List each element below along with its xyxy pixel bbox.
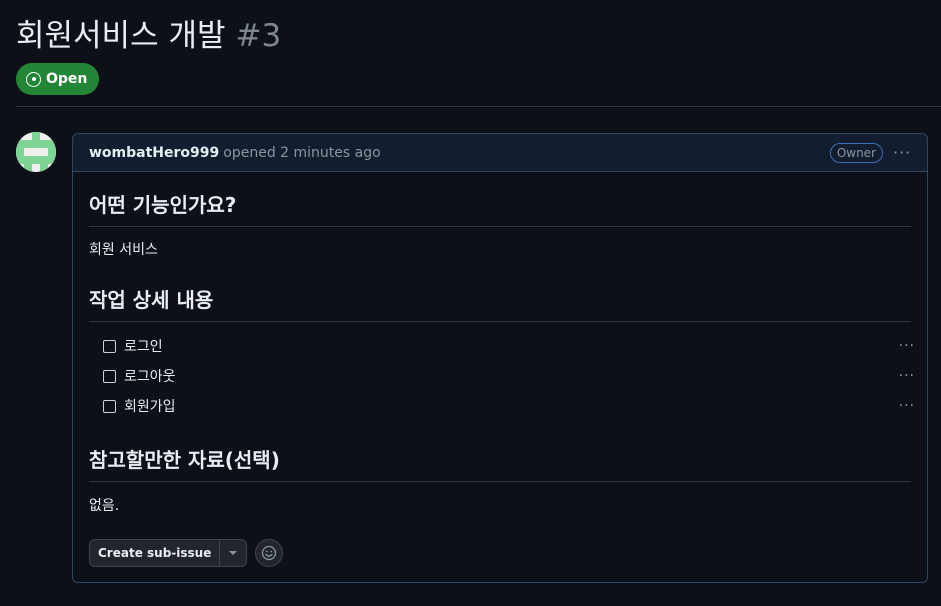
create-sub-issue-button[interactable]: Create sub-issue	[89, 539, 248, 567]
title-row: 회원서비스 개발 #3	[16, 14, 941, 58]
state-badge: Open	[16, 63, 100, 95]
kebab-icon[interactable]: ···	[899, 398, 915, 414]
avatar-identicon	[16, 132, 56, 172]
header-divider	[16, 106, 941, 107]
kebab-icon[interactable]: ···	[893, 144, 911, 161]
task-checkbox[interactable]	[103, 369, 116, 383]
comment-header: wombatHero999 opened 2 minutes ago Owner…	[73, 134, 927, 172]
issue-comment: wombatHero999 opened 2 minutes ago Owner…	[72, 133, 928, 583]
issue-open-icon	[26, 71, 41, 87]
add-reaction-button[interactable]	[255, 539, 284, 567]
issue-header: 회원서비스 개발 #3 Open	[16, 14, 941, 95]
section-text: 없음.	[89, 498, 120, 514]
task-item: 로그인 ···	[103, 331, 915, 361]
issue-title: 회원서비스 개발	[16, 18, 226, 54]
comment-actions: Create sub-issue	[89, 539, 284, 567]
owner-badge: Owner	[829, 142, 883, 163]
kebab-icon[interactable]: ···	[899, 368, 915, 384]
create-sub-issue-label[interactable]: Create sub-issue	[90, 540, 221, 566]
state-label: Open	[46, 71, 88, 87]
section-text: 회원 서비스	[89, 242, 158, 258]
task-list: 로그인 ··· 로그아웃 ··· 회원가입 ···	[103, 331, 915, 421]
task-label: 로그아웃	[124, 369, 176, 385]
issue-number: #3	[235, 18, 282, 54]
kebab-icon[interactable]: ···	[899, 338, 915, 354]
avatar[interactable]	[16, 132, 56, 172]
section-heading: 어떤 기능인가요?	[89, 189, 911, 227]
section-heading: 참고할만한 자료(선택)	[89, 444, 911, 482]
task-item: 회원가입 ···	[103, 391, 915, 421]
section-heading: 작업 상세 내용	[89, 284, 911, 322]
task-item: 로그아웃 ···	[103, 361, 915, 391]
smiley-icon	[262, 545, 277, 561]
task-label: 회원가입	[124, 399, 176, 415]
comment-meta[interactable]: opened 2 minutes ago	[223, 145, 380, 161]
task-checkbox[interactable]	[103, 399, 116, 413]
task-label: 로그인	[124, 339, 163, 355]
caret-down-icon[interactable]	[220, 540, 246, 566]
author-link[interactable]: wombatHero999	[89, 145, 219, 161]
task-checkbox[interactable]	[103, 339, 116, 353]
